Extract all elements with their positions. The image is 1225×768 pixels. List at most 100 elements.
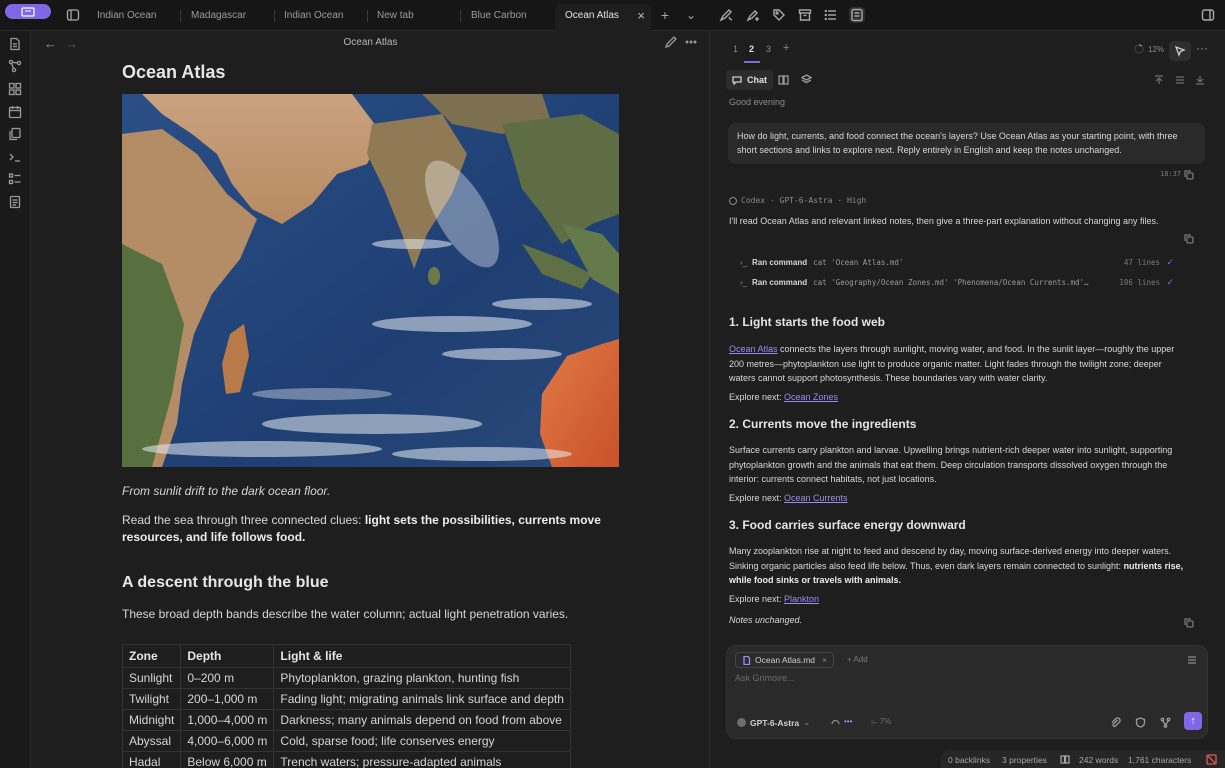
cursor-pointer-button[interactable] [1169,41,1191,61]
close-tab-icon[interactable]: × [637,4,645,27]
list-view-icon[interactable] [1175,74,1185,84]
response-paragraph: Surface currents carry plankton and larv… [729,445,1173,484]
context-icon: ⟜ [871,717,880,726]
table-row: Twilight 200–1,000 m Fading light; migrati… [121,688,571,710]
ocean-atlas-link[interactable]: Ocean Atlas [729,344,778,354]
table-cell: Trench waters; pressure-adapted animals [273,751,571,768]
send-button[interactable]: ↑ [1184,712,1202,730]
note-title: Ocean Atlas [122,62,226,82]
table-cell: Abyssal [121,730,182,752]
cursor-icon [1174,45,1186,57]
left-ribbon [0,31,31,768]
book-icon[interactable] [778,74,790,86]
tab-blue-carbon[interactable]: Blue Carbon [461,4,554,31]
session-tab-1[interactable]: 1 [733,44,738,54]
response-heading: 1. Light starts the food web [729,315,886,329]
vault-switcher-button[interactable] [5,4,51,19]
graph-icon[interactable] [8,59,22,73]
sidebar-icon [66,9,80,21]
character-count: 1,761 characters [1128,755,1192,765]
tab-new-tab[interactable]: New tab [367,4,460,31]
view-header-title[interactable]: Ocean Atlas [31,37,709,48]
properties-count[interactable]: 3 properties [1002,755,1047,765]
copy-response-icon[interactable] [1184,617,1194,628]
list-icon[interactable] [823,7,839,23]
archive-icon[interactable] [797,7,813,23]
table-header-cell: Depth [180,644,275,668]
layers-icon[interactable] [800,74,813,86]
tab-bar: Indian Ocean Madagascar Indian Ocean New… [0,0,1225,31]
session-tab-3[interactable]: 3 [766,44,771,54]
scroll-top-icon[interactable] [1154,74,1164,84]
tab-madagascar[interactable]: Madagascar [181,4,274,31]
attached-file-chip[interactable]: Ocean Atlas.md × [735,652,834,668]
plankton-link[interactable]: Plankton [784,594,819,604]
tab-indian-ocean-2[interactable]: Indian Ocean [274,4,367,31]
add-context-button[interactable]: + Add [847,655,868,664]
chevron-right-icon: ›_ [740,277,748,287]
table-row: Hadal Below 6,000 m Trench waters; pressur… [121,751,571,768]
table-header-cell: Zone [121,644,182,668]
table-cell: Phytoplankton, grazing plankton, hunting… [273,667,571,689]
assistant-panel-icon[interactable] [849,7,865,23]
reasoning-effort-selector[interactable]: ••• [831,717,852,726]
tab-label: Indian Ocean [97,10,157,21]
tag-icon[interactable] [771,7,787,23]
right-sidebar-toggle-icon[interactable] [1200,7,1216,23]
file-icon [743,655,751,665]
usage-indicator: 12% [1134,44,1164,54]
vault-icon [21,6,35,17]
session-tab-2[interactable]: 2 [749,44,754,54]
ocean-currents-link[interactable]: Ocean Currents [784,493,848,503]
branch-icon[interactable] [1160,717,1171,728]
check-icon: ✓ [1166,276,1174,287]
notes-icon[interactable] [8,195,22,209]
edit-pencil-icon[interactable] [664,35,678,49]
check-icon: ✓ [1166,256,1174,267]
more-options-icon[interactable] [684,35,698,49]
table-cell: Below 6,000 m [180,751,275,768]
scroll-bottom-icon[interactable] [1195,74,1205,85]
copy-pages-icon[interactable] [8,127,22,141]
file-icon[interactable] [8,37,22,51]
backlinks-count[interactable]: 0 backlinks [948,755,990,765]
ocean-zones-link[interactable]: Ocean Zones [784,392,838,402]
paperclip-icon[interactable] [1110,717,1121,728]
command-row[interactable]: ›_ Ran command cat 'Ocean Atlas.md' 47 l… [740,255,1174,269]
calendar-icon[interactable] [8,105,22,119]
ask-input[interactable] [735,673,1175,683]
options-list-icon[interactable] [1187,654,1197,668]
terminal-icon[interactable] [8,150,22,164]
table-cell: 1,000–4,000 m [180,709,275,731]
new-tab-button[interactable]: + [657,7,673,23]
tab-label: Madagascar [191,10,247,21]
panel-more-icon[interactable]: ··· [1196,41,1208,55]
tab-label: Blue Carbon [471,10,527,21]
copy-response-icon[interactable] [1184,233,1194,244]
tab-ocean-atlas[interactable]: Ocean Atlas × [555,4,651,31]
chat-tab[interactable]: Chat [726,70,773,90]
left-sidebar-toggle[interactable] [64,6,82,24]
model-selector[interactable]: GPT-6-Astra ⌄ [737,717,810,728]
grid-icon[interactable] [8,82,22,96]
user-message: How do light, currents, and food connect… [728,123,1205,164]
sync-error-icon[interactable] [1206,754,1217,765]
tab-indian-ocean-1[interactable]: Indian Ocean [87,4,180,31]
tab-list-chevron-icon[interactable]: ⌄ [683,7,699,23]
assistant-panel: 1 2 3 + 12% ··· Chat Good evening How do… [711,31,1225,768]
codex-icon [729,196,737,205]
pen-sparkle-icon[interactable] [718,7,734,23]
command-row[interactable]: ›_ Ran command cat 'Geography/Ocean Zone… [740,275,1174,289]
status-bar: 0 backlinks 3 properties 242 words 1,761… [941,750,1225,768]
new-session-button[interactable]: + [783,42,789,54]
usage-percent: 12% [1148,44,1165,54]
pen-plus-icon[interactable] [745,7,761,23]
table-cell: 200–1,000 m [180,688,275,710]
copy-message-icon[interactable] [1184,169,1194,180]
checklist-icon[interactable] [8,172,22,186]
remove-file-icon[interactable]: × [822,655,827,665]
shield-icon[interactable] [1135,717,1146,728]
reading-book-icon[interactable] [1060,754,1070,764]
explore-next: Explore next: Ocean Currents [729,493,848,503]
active-tab-indicator [744,61,760,63]
